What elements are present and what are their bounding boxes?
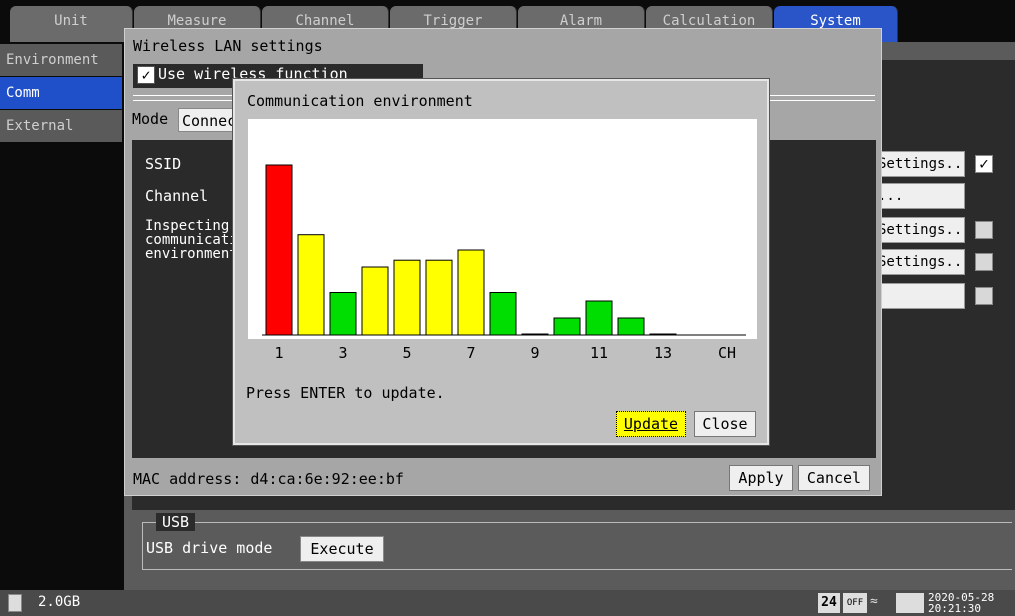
off-indicator-icon: OFF — [843, 593, 867, 613]
cancel-button[interactable]: Cancel — [798, 465, 870, 491]
storage-free: 2.0GB — [38, 594, 81, 610]
sidebar-item-comm[interactable]: Comm — [0, 77, 122, 109]
update-hint: Press ENTER to update. — [246, 384, 445, 402]
mode-label: Mode — [132, 110, 169, 128]
wifi-signal-icon — [896, 593, 924, 613]
sidebar-item-external[interactable]: External — [0, 110, 122, 142]
usb-drive-mode-label: USB drive mode — [146, 539, 273, 557]
right-settings-button-5[interactable] — [873, 283, 965, 309]
right-checkbox-3[interactable] — [975, 221, 993, 239]
channel-bar-10 — [553, 317, 581, 336]
channel-label: Channel — [145, 187, 209, 205]
mac-address-value: d4:ca:6e:92:ee:bf — [250, 470, 404, 488]
axis-tick-label: 7 — [466, 344, 476, 362]
axis-tick-label: 11 — [589, 344, 609, 362]
axis-tick-label: CH — [717, 344, 737, 362]
mode-select[interactable]: Connect — [178, 108, 238, 132]
channel-bars — [262, 164, 746, 336]
ssid-label: SSID — [145, 155, 182, 173]
sd-card-icon — [8, 594, 22, 612]
right-checkbox-4[interactable] — [975, 253, 993, 271]
wifi-icon: ≈ — [870, 594, 878, 609]
channel-bar-4 — [361, 266, 389, 336]
battery-24-icon: 24 — [818, 593, 840, 613]
right-settings-button-1[interactable]: Settings... — [873, 151, 965, 177]
right-settings-button-3[interactable]: Settings... — [873, 217, 965, 243]
channel-bar-7 — [457, 249, 485, 336]
channel-bar-2 — [297, 234, 325, 336]
update-button[interactable]: Update — [616, 411, 686, 437]
usb-legend: USB — [156, 513, 196, 531]
mac-address: MAC address: d4:ca:6e:92:ee:bf — [133, 470, 404, 488]
sidebar-item-environment[interactable]: Environment — [0, 44, 122, 76]
axis-tick-label: 5 — [402, 344, 412, 362]
axis-tick-label: 1 — [274, 344, 284, 362]
close-button[interactable]: Close — [694, 411, 756, 437]
usb-group — [142, 522, 1012, 570]
wireless-lan-title: Wireless LAN settings — [133, 37, 323, 55]
channel-bar-3 — [329, 292, 357, 336]
status-datetime: 2020-05-28 20:21:30 — [928, 592, 994, 614]
right-settings-button-2[interactable]: ... — [873, 183, 965, 209]
channel-bar-1 — [265, 164, 293, 336]
status-bar: 2.0GB 24 OFF ≈ 2020-05-28 20:21:30 — [0, 590, 1015, 616]
channel-bar-9 — [521, 333, 549, 336]
channel-axis: 1 3 5 7 9 11 13 CH — [248, 344, 757, 366]
channel-bar-8 — [489, 292, 517, 336]
axis-tick-label: 9 — [530, 344, 540, 362]
apply-button[interactable]: Apply — [729, 465, 793, 491]
channel-bar-13 — [649, 333, 677, 336]
tab-unit[interactable]: Unit — [10, 6, 133, 42]
mac-address-label: MAC address: — [133, 470, 242, 488]
usb-execute-button[interactable]: Execute — [300, 536, 384, 562]
channel-bar-12 — [617, 317, 645, 336]
right-checkbox-5[interactable] — [975, 287, 993, 305]
right-checkbox-1[interactable]: ✓ — [975, 155, 993, 173]
channel-bar-11 — [585, 300, 613, 336]
right-settings-button-4[interactable]: Settings... — [873, 249, 965, 275]
channel-bar-6 — [425, 259, 453, 336]
comm-dialog-title: Communication environment — [247, 92, 473, 110]
channel-bar-5 — [393, 259, 421, 336]
use-wireless-checkbox[interactable]: ✓ — [137, 66, 155, 84]
status-time: 20:21:30 — [928, 602, 981, 615]
axis-tick-label: 13 — [653, 344, 673, 362]
axis-tick-label: 3 — [338, 344, 348, 362]
